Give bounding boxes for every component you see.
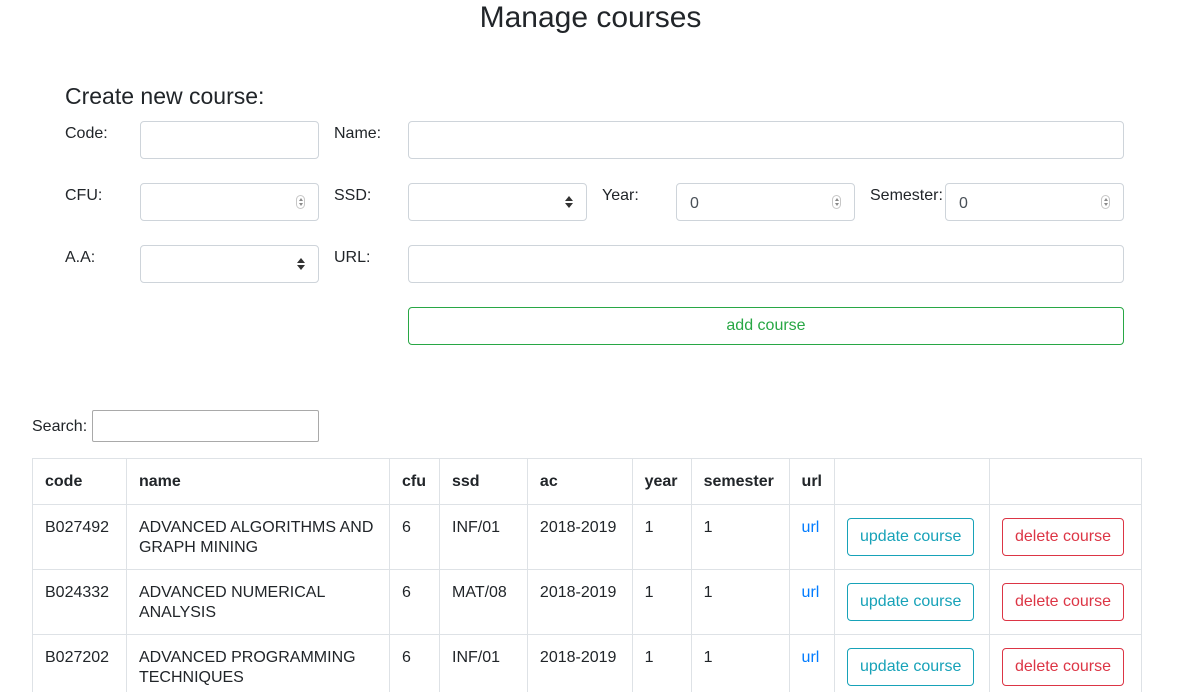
cell-update: update course — [834, 504, 990, 570]
create-course-title: Create new course: — [65, 83, 265, 109]
cell-code: B027202 — [32, 634, 127, 692]
cell-semester: 1 — [690, 634, 790, 692]
aa-select[interactable] — [140, 245, 319, 283]
url-input[interactable] — [408, 245, 1124, 283]
url-link[interactable]: url — [802, 584, 820, 601]
ssd-select-arrows-icon — [565, 195, 573, 209]
cfu-label: CFU: — [65, 187, 103, 204]
name-label: Name: — [334, 125, 382, 142]
url-link[interactable]: url — [802, 649, 820, 666]
update-course-button[interactable]: update course — [847, 648, 975, 686]
cell-cfu: 6 — [389, 504, 440, 570]
year-input-value: 0 — [690, 194, 699, 212]
page-title: Manage courses — [479, 1, 702, 34]
ssd-select-value — [422, 201, 565, 204]
code-input[interactable] — [140, 121, 319, 159]
cell-ssd: INF/01 — [439, 504, 528, 570]
header-update — [834, 458, 990, 505]
url-input-value — [422, 263, 1110, 266]
aa-select-value — [154, 263, 297, 266]
cell-year: 1 — [631, 569, 692, 635]
delete-course-button[interactable]: delete course — [1001, 518, 1125, 556]
code-input-value — [154, 139, 305, 142]
add-course-button[interactable]: add course — [408, 307, 1124, 345]
header-name: name — [125, 458, 391, 505]
header-delete — [988, 458, 1143, 505]
cell-url: url — [788, 569, 836, 635]
year-spinner-icon[interactable] — [832, 195, 841, 209]
cfu-spinner-icon[interactable] — [296, 195, 305, 209]
cell-cfu: 6 — [389, 634, 440, 692]
cell-name: ADVANCED NUMERICAL ANALYSIS — [125, 569, 391, 635]
semester-input-value: 0 — [959, 194, 968, 212]
cell-name: ADVANCED ALGORITHMS AND GRAPH MINING — [125, 504, 391, 570]
table-row: B027202 ADVANCED PROGRAMMING TECHNIQUES … — [32, 634, 1143, 692]
cfu-input-value — [154, 201, 296, 204]
cell-semester: 1 — [690, 569, 790, 635]
cell-cfu: 6 — [389, 569, 440, 635]
search-input[interactable] — [92, 410, 319, 442]
cfu-input[interactable] — [140, 183, 319, 221]
cell-delete: delete course — [988, 634, 1143, 692]
url-label: URL: — [334, 249, 371, 266]
ssd-label: SSD: — [334, 187, 372, 204]
cell-ac: 2018-2019 — [526, 504, 633, 570]
semester-label: Semester: — [870, 187, 943, 204]
cell-year: 1 — [631, 504, 692, 570]
year-label: Year: — [602, 187, 639, 204]
cell-ac: 2018-2019 — [526, 569, 633, 635]
cell-url: url — [788, 504, 836, 570]
cell-year: 1 — [631, 634, 692, 692]
header-semester: semester — [690, 458, 790, 505]
table-row: B027492 ADVANCED ALGORITHMS AND GRAPH MI… — [32, 504, 1143, 570]
delete-course-button[interactable]: delete course — [1001, 648, 1125, 686]
table-header-row: code name cfu ssd ac year semester url — [32, 458, 1143, 505]
cell-delete: delete course — [988, 569, 1143, 635]
ssd-select[interactable] — [408, 183, 587, 221]
cell-semester: 1 — [690, 504, 790, 570]
header-code: code — [32, 458, 127, 505]
table-row: B024332 ADVANCED NUMERICAL ANALYSIS 6 MA… — [32, 569, 1143, 635]
header-url: url — [788, 458, 836, 505]
code-label: Code: — [65, 125, 108, 142]
aa-select-arrows-icon — [297, 257, 305, 271]
cell-ssd: MAT/08 — [439, 569, 528, 635]
url-link[interactable]: url — [802, 519, 820, 536]
semester-spinner-icon[interactable] — [1101, 195, 1110, 209]
name-input-value — [422, 139, 1110, 142]
name-input[interactable] — [408, 121, 1124, 159]
header-ssd: ssd — [439, 458, 528, 505]
search-label: Search: — [32, 418, 88, 435]
cell-update: update course — [834, 634, 990, 692]
cell-update: update course — [834, 569, 990, 635]
update-course-button[interactable]: update course — [847, 583, 975, 621]
cell-ac: 2018-2019 — [526, 634, 633, 692]
aa-label: A.A: — [65, 249, 96, 266]
cell-delete: delete course — [988, 504, 1143, 570]
cell-code: B027492 — [32, 504, 127, 570]
cell-ssd: INF/01 — [439, 634, 528, 692]
delete-course-button[interactable]: delete course — [1001, 583, 1125, 621]
update-course-button[interactable]: update course — [847, 518, 975, 556]
header-cfu: cfu — [389, 458, 440, 505]
cell-url: url — [788, 634, 836, 692]
semester-input[interactable]: 0 — [945, 183, 1124, 221]
cell-name: ADVANCED PROGRAMMING TECHNIQUES — [125, 634, 391, 692]
year-input[interactable]: 0 — [676, 183, 855, 221]
header-year: year — [631, 458, 692, 505]
header-ac: ac — [526, 458, 633, 505]
courses-table: code name cfu ssd ac year semester url B… — [32, 458, 1143, 692]
cell-code: B024332 — [32, 569, 127, 635]
